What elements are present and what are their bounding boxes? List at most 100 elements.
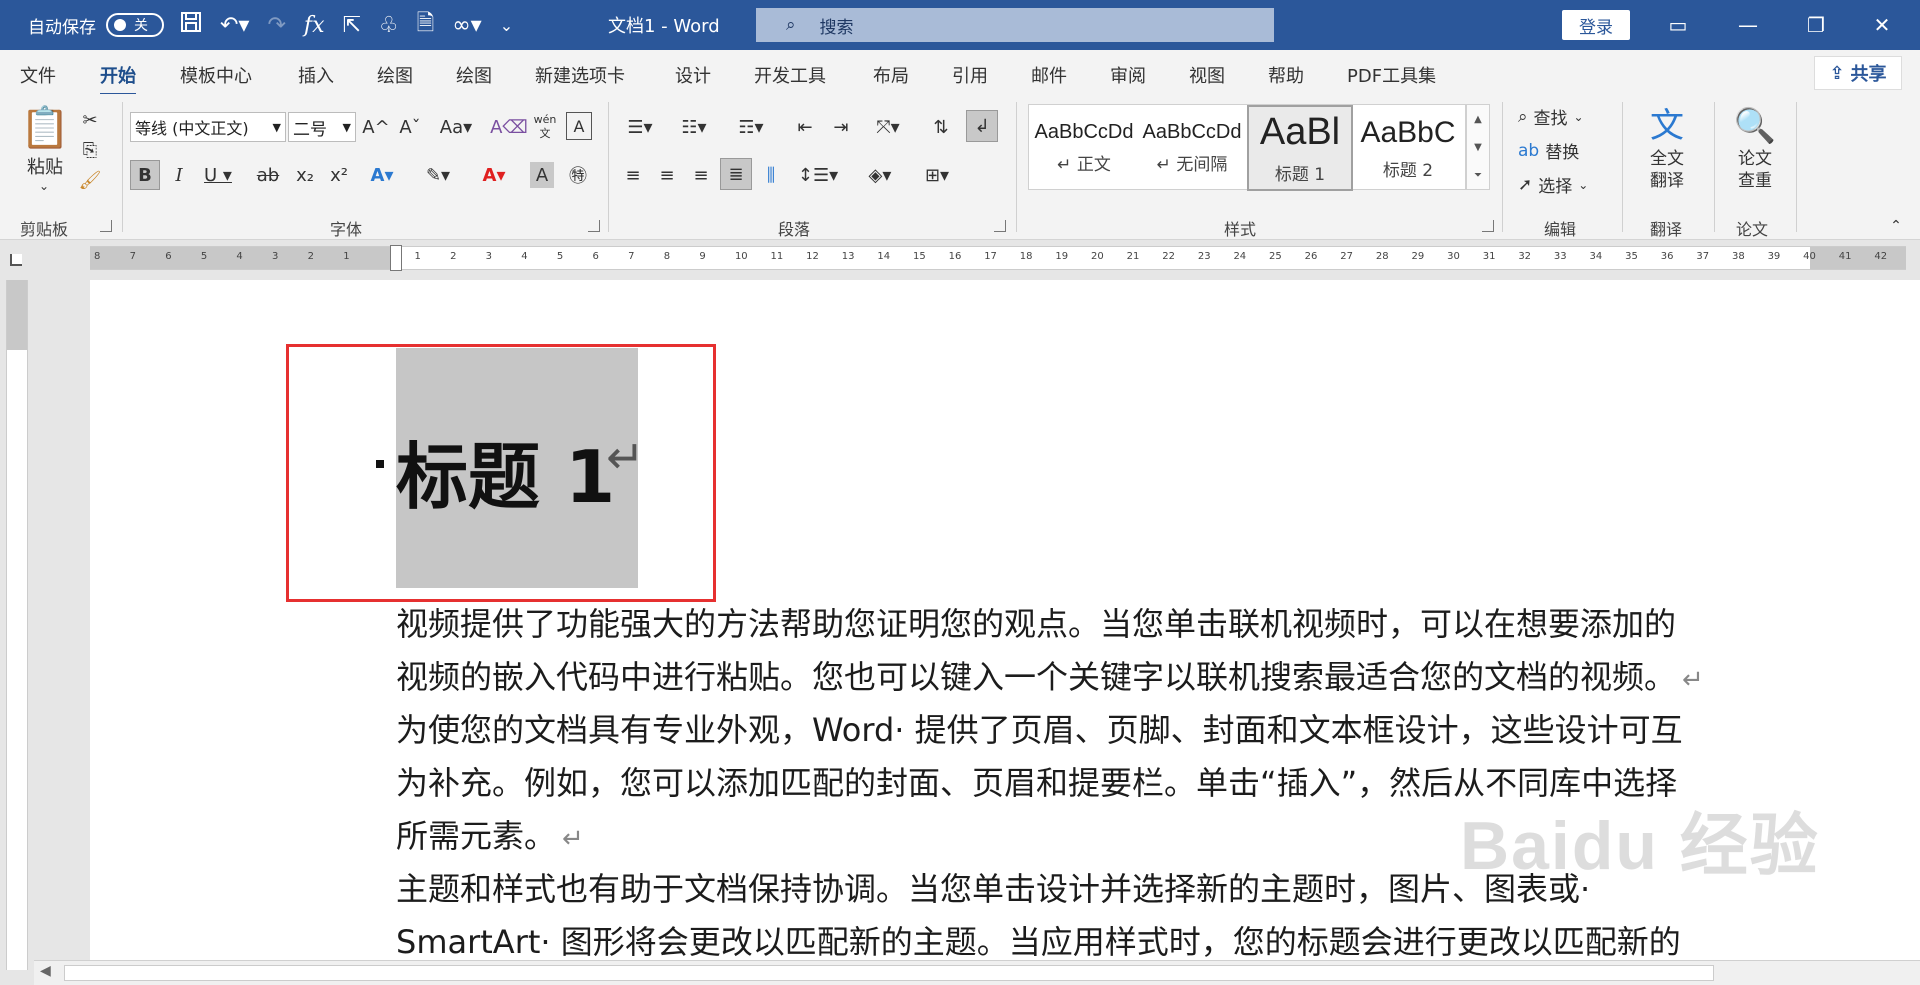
paste-button[interactable]: 粘贴 <box>22 154 68 178</box>
bold-button[interactable]: B <box>130 160 160 190</box>
numbering-button[interactable]: ☷▾ <box>672 112 716 142</box>
login-button[interactable]: 登录 <box>1562 10 1630 40</box>
clear-format-icon[interactable]: A⌫ <box>490 112 528 142</box>
decrease-indent-button[interactable]: ⇤ <box>790 112 820 142</box>
text-effects-button[interactable]: A▾ <box>362 160 402 190</box>
horizontal-scrollbar[interactable]: ◀ <box>34 960 1920 985</box>
highlight-button[interactable]: ✎▾ <box>418 160 458 190</box>
paste-icon[interactable]: 📋 <box>20 102 70 152</box>
style-no-spacing[interactable]: AaBbCcDd ↵ 无间隔 <box>1139 105 1245 191</box>
show-marks-button[interactable]: ↲ <box>966 110 998 142</box>
select-button[interactable]: ➚ 选择 ⌄ <box>1518 172 1588 198</box>
styles-launcher-icon[interactable] <box>1482 220 1494 232</box>
replace-button[interactable]: ab 替换 <box>1518 138 1579 164</box>
enclose-char-button[interactable]: ㊕ <box>564 160 592 190</box>
tab-layout[interactable]: 布局 <box>873 62 909 88</box>
font-color-button[interactable]: A▾ <box>474 160 514 190</box>
translate-button[interactable]: 文 全文翻译 <box>1632 104 1702 192</box>
indent-marker-icon[interactable] <box>390 245 402 271</box>
grow-font-icon[interactable]: A^ <box>362 112 390 142</box>
underline-button[interactable]: U ▾ <box>198 160 238 190</box>
font-launcher-icon[interactable] <box>588 220 600 232</box>
shrink-font-icon[interactable]: Aˇ <box>396 112 424 142</box>
paragraph-launcher-icon[interactable] <box>994 220 1006 232</box>
ribbon-display-icon[interactable]: ▭ <box>1648 0 1708 50</box>
scroll-up-icon[interactable]: ▲ <box>1474 114 1482 125</box>
style-normal[interactable]: AaBbCcDd ↵ 正文 <box>1031 105 1137 191</box>
italic-button[interactable]: I <box>166 160 192 190</box>
undo-icon[interactable]: ↶▾ <box>220 13 249 38</box>
subscript-button[interactable]: x₂ <box>292 160 318 190</box>
bullets-button[interactable]: ☰▾ <box>618 112 662 142</box>
thesis-check-button[interactable]: 🔍 论文查重 <box>1720 104 1790 192</box>
style-heading-1[interactable]: AaBl 标题 1 <box>1247 105 1353 191</box>
paragraph-1[interactable]: 视频提供了功能强大的方法帮助您证明您的观点。当您单击联机视频时，可以在想要添加的… <box>396 598 1856 707</box>
tab-view[interactable]: 视图 <box>1189 62 1225 88</box>
customize-qat-icon[interactable]: ⌄ <box>500 16 513 35</box>
align-right-button[interactable]: ≡ <box>686 160 716 190</box>
superscript-button[interactable]: x² <box>326 160 352 190</box>
tab-file[interactable]: 文件 <box>20 62 56 88</box>
clipboard-launcher-icon[interactable] <box>100 220 112 232</box>
format-painter-icon[interactable]: 🖌 <box>78 168 102 192</box>
phonetic-guide-icon[interactable]: wén 文 <box>530 110 560 144</box>
tab-draw-2[interactable]: 绘图 <box>456 62 492 88</box>
tab-new-tab[interactable]: 新建选项卡 <box>535 62 625 88</box>
tab-pdf-tools[interactable]: PDF工具集 <box>1347 62 1436 88</box>
org-chart-icon[interactable]: ♧ <box>379 13 399 38</box>
strikethrough-button[interactable]: ab <box>254 160 282 190</box>
redo-icon[interactable]: ↷ <box>267 13 285 38</box>
align-center-button[interactable]: ≡ <box>652 160 682 190</box>
tab-developer[interactable]: 开发工具 <box>754 62 826 88</box>
save-icon[interactable] <box>180 11 202 39</box>
style-gallery-scroll[interactable]: ▲ ▼ ⏷ <box>1466 104 1490 190</box>
font-name-select[interactable]: 等线 (中文正文) ▼ <box>130 112 286 142</box>
infinity-icon[interactable]: ∞▾ <box>452 13 481 38</box>
chinese-layout-button[interactable]: ⤧▾ <box>866 112 910 142</box>
justify-button[interactable]: ≣ <box>720 158 752 190</box>
multilevel-list-button[interactable]: ☶▾ <box>726 112 776 142</box>
distributed-button[interactable]: ⫼ <box>756 160 786 190</box>
shading-button[interactable]: ◈▾ <box>858 160 902 190</box>
tab-templates[interactable]: 模板中心 <box>180 62 252 88</box>
document-icon[interactable]: 🗎 <box>417 6 435 44</box>
restore-icon[interactable]: ❐ <box>1786 0 1846 50</box>
search-box[interactable]: ⌕ 搜索 <box>756 8 1274 42</box>
collapse-ribbon-icon[interactable]: ⌃ <box>1886 218 1906 234</box>
increase-indent-button[interactable]: ⇥ <box>826 112 856 142</box>
sort-button[interactable]: ⇅ <box>926 112 956 142</box>
minimize-icon[interactable]: — <box>1718 0 1778 50</box>
horizontal-ruler[interactable]: 8 7 6 5 4 3 2 1 1 2 3 4 5 6 7 8 9 10 11 12 13 14 15 16 17 18 19 20 2… <box>90 245 1906 271</box>
cut-icon[interactable]: ✂ <box>78 108 102 132</box>
tab-mailings[interactable]: 邮件 <box>1031 62 1067 88</box>
scroll-left-icon[interactable]: ◀ <box>40 963 51 979</box>
font-size-select[interactable]: 二号 ▼ <box>288 112 356 142</box>
change-case-icon[interactable]: Aa▾ <box>434 112 478 142</box>
tab-insert[interactable]: 插入 <box>298 62 334 88</box>
copy-icon[interactable]: ⎘ <box>78 138 102 162</box>
select-objects-icon[interactable]: ⇱ <box>342 13 360 38</box>
more-styles-icon[interactable]: ⏷ <box>1474 170 1482 181</box>
align-left-button[interactable]: ≡ <box>618 160 648 190</box>
share-button[interactable]: ⇪ 共享 <box>1814 56 1902 90</box>
close-icon[interactable]: ✕ <box>1852 0 1912 50</box>
find-button[interactable]: ⌕ 查找 ⌄ <box>1518 104 1584 130</box>
tab-draw[interactable]: 绘图 <box>377 62 413 88</box>
tab-help[interactable]: 帮助 <box>1268 62 1304 88</box>
line-spacing-button[interactable]: ↕☰▾ <box>796 160 840 190</box>
style-gallery[interactable]: AaBbCcDd ↵ 正文 AaBbCcDd ↵ 无间隔 AaBl 标题 1 A… <box>1028 104 1466 191</box>
char-border-icon[interactable]: A <box>566 112 592 140</box>
scroll-down-icon[interactable]: ▼ <box>1474 142 1482 153</box>
scrollbar-thumb[interactable] <box>64 965 1714 981</box>
tab-references[interactable]: 引用 <box>952 62 988 88</box>
tab-design[interactable]: 设计 <box>675 62 711 88</box>
char-shading-button[interactable]: A <box>530 162 554 188</box>
autosave[interactable]: 自动保存 关 <box>28 0 164 50</box>
tab-home[interactable]: 开始 <box>100 62 136 96</box>
paste-dropdown-icon[interactable]: ⌄ <box>34 178 54 194</box>
borders-button[interactable]: ⊞▾ <box>912 160 962 190</box>
autosave-toggle[interactable]: 关 <box>106 13 164 37</box>
tab-selector[interactable] <box>0 244 34 274</box>
style-heading-2[interactable]: AaBbC 标题 2 <box>1355 105 1461 191</box>
function-icon[interactable]: fx <box>304 13 325 38</box>
